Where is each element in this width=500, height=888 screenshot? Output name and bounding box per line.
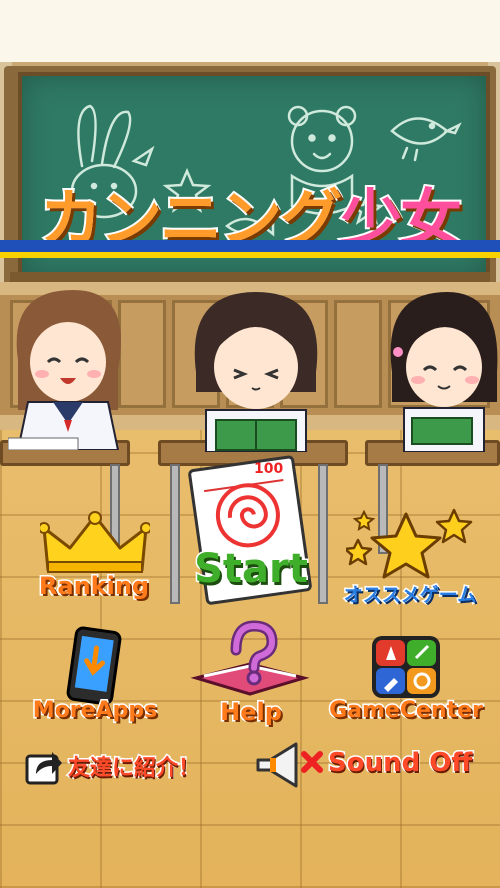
megaphone-mute-icon xyxy=(256,742,323,788)
girl-center-reading xyxy=(194,292,318,452)
locker xyxy=(334,300,382,408)
paper-score: 100 xyxy=(254,461,284,477)
phone-download-icon xyxy=(66,626,122,706)
sound-toggle-button[interactable] xyxy=(250,738,330,796)
more-apps-label[interactable]: MoreApps xyxy=(20,697,170,725)
share-arrow-icon xyxy=(25,752,62,785)
recommended-games-label[interactable]: オススメゲーム xyxy=(330,580,490,608)
share-label[interactable]: 友達に紹介！ xyxy=(67,750,228,783)
crown-icon xyxy=(38,511,152,573)
ranking-label[interactable]: Ranking xyxy=(34,571,154,602)
title-underline-yellow xyxy=(0,252,500,258)
title-underline-blue xyxy=(0,240,500,252)
sound-toggle-label[interactable]: Sound Off xyxy=(327,747,488,780)
game-center-button[interactable] xyxy=(370,634,442,704)
start-label[interactable]: Start xyxy=(186,545,316,594)
top-band xyxy=(0,0,500,62)
stars-icon xyxy=(343,508,473,579)
game-center-label[interactable]: GameCenter xyxy=(320,697,492,725)
game-center-icon xyxy=(372,636,440,698)
help-button[interactable] xyxy=(190,620,310,706)
help-label[interactable]: Help xyxy=(196,697,306,728)
girl-right-smiling xyxy=(390,292,498,452)
desk-leg xyxy=(170,464,180,604)
help-book-icon xyxy=(190,620,310,696)
girl-left-laughing xyxy=(8,290,121,450)
desk-leg xyxy=(318,464,328,604)
recommended-games-button[interactable] xyxy=(343,506,476,590)
chalk-tray xyxy=(10,272,490,282)
share-button[interactable] xyxy=(24,746,64,790)
